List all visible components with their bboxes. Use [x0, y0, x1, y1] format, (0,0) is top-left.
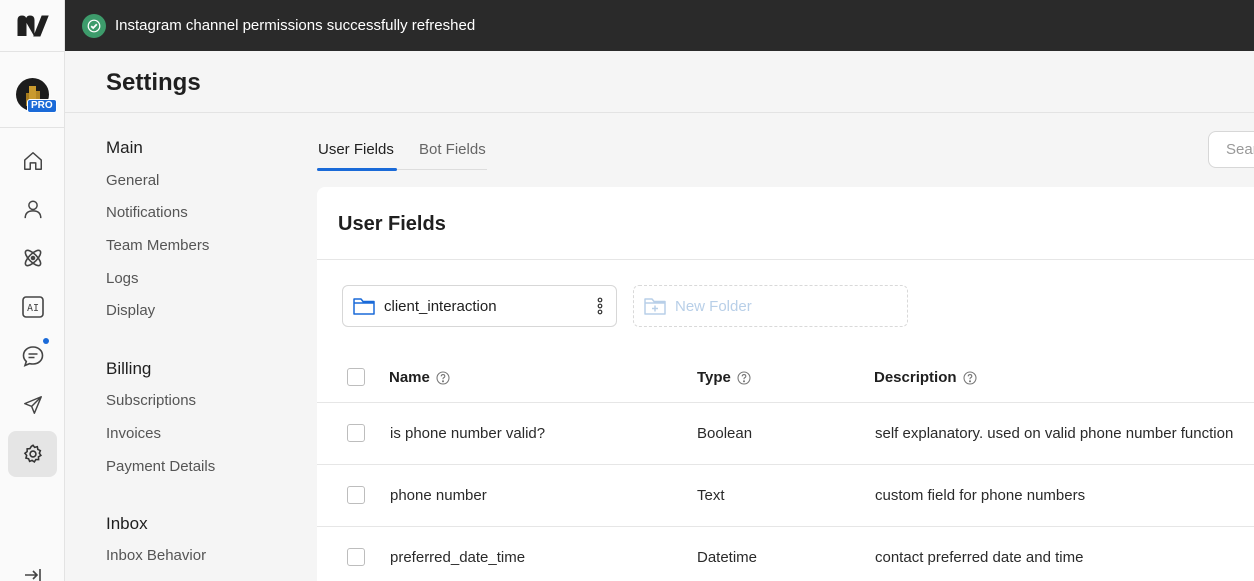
new-folder-button[interactable]: New Folder [633, 285, 908, 327]
folder-icon [353, 298, 375, 315]
field-name: phone number [390, 487, 487, 504]
row-checkbox[interactable] [347, 486, 365, 504]
rail-divider [0, 127, 65, 128]
collapse-icon [24, 569, 41, 581]
automation-icon [24, 249, 41, 267]
nav-item-logs[interactable]: Logs [106, 270, 139, 287]
nav-item-subscriptions[interactable]: Subscriptions [106, 392, 196, 409]
check-circle-icon [82, 13, 106, 38]
row-checkbox[interactable] [347, 548, 365, 566]
toast-message: Instagram channel permissions successful… [115, 17, 476, 34]
nav-item-inbox-behavior[interactable]: Inbox Behavior [106, 547, 206, 564]
nav-heading-main: Main [106, 138, 143, 157]
avatar[interactable]: PRO [16, 78, 57, 113]
user-icon [23, 200, 42, 219]
field-name: is phone number valid? [390, 425, 546, 442]
ai-icon: AI [21, 296, 44, 318]
home-icon [23, 152, 42, 170]
success-toast: Instagram channel permissions successful… [65, 0, 1254, 51]
column-type-label: Type [697, 369, 731, 386]
nav-item-team-members[interactable]: Team Members [106, 237, 209, 254]
logo-icon [17, 14, 49, 36]
rail-item-ai[interactable]: AI [8, 284, 57, 330]
row-divider [317, 526, 1254, 527]
page-header: Settings [65, 51, 1254, 113]
table-header-divider [317, 402, 1254, 403]
column-name-label: Name [389, 369, 430, 386]
broadcast-icon [23, 396, 42, 414]
column-description-label: Description [874, 369, 957, 386]
card-title: User Fields [338, 213, 446, 235]
select-all-checkbox[interactable] [347, 368, 365, 386]
tab-user-fields[interactable]: User Fields [318, 141, 394, 158]
card-divider [317, 259, 1254, 260]
help-icon[interactable] [436, 370, 450, 385]
active-tab-indicator [317, 168, 397, 171]
folder-name: client_interaction [384, 297, 497, 315]
nav-item-general[interactable]: General [106, 172, 159, 189]
field-type: Text [697, 487, 725, 504]
folder-item[interactable]: client_interaction [342, 285, 617, 327]
folder-add-icon [644, 298, 666, 315]
field-description: custom field for phone numbers [875, 487, 1086, 504]
nav-item-invoices[interactable]: Invoices [106, 425, 161, 442]
help-icon[interactable] [962, 370, 977, 385]
rail-collapse[interactable] [8, 560, 57, 581]
column-header-name[interactable]: Name [389, 369, 450, 386]
search-placeholder: Search [1226, 141, 1254, 158]
more-options-icon[interactable] [597, 297, 603, 315]
nav-item-notifications[interactable]: Notifications [106, 204, 188, 221]
rail-item-automation[interactable] [8, 235, 57, 281]
user-fields-card: User Fields client_interaction New Folde… [317, 187, 1254, 581]
app-logo[interactable] [0, 0, 65, 52]
svg-text:AI: AI [26, 303, 38, 314]
field-type: Datetime [697, 549, 758, 566]
gear-icon [23, 444, 42, 463]
column-header-description[interactable]: Description [874, 369, 977, 386]
rail-item-home[interactable] [8, 138, 57, 184]
column-header-type[interactable]: Type [697, 369, 751, 386]
rail-item-inbox[interactable] [8, 333, 57, 379]
search-input[interactable]: Search [1208, 131, 1254, 168]
help-icon[interactable] [737, 370, 751, 385]
field-description: contact preferred date and time [875, 549, 1084, 566]
field-type: Boolean [697, 425, 753, 442]
nav-item-payment-details[interactable]: Payment Details [106, 458, 215, 475]
rail-item-settings[interactable] [8, 431, 57, 477]
rail-item-contacts[interactable] [8, 186, 57, 232]
field-name: preferred_date_time [390, 549, 526, 566]
new-folder-label: New Folder [675, 297, 752, 315]
rail-item-broadcasting[interactable] [8, 382, 57, 428]
pro-badge: PRO [27, 99, 57, 113]
row-checkbox[interactable] [347, 424, 365, 442]
nav-item-display[interactable]: Display [106, 302, 155, 319]
nav-heading-billing: Billing [106, 359, 152, 378]
unread-dot [43, 338, 49, 344]
field-description: self explanatory. used on valid phone nu… [875, 425, 1234, 442]
tab-bot-fields[interactable]: Bot Fields [419, 141, 486, 158]
row-divider [317, 464, 1254, 465]
icon-rail: PRO AI [0, 0, 65, 581]
page-title: Settings [106, 69, 201, 96]
nav-heading-inbox: Inbox [106, 514, 148, 533]
chat-icon [22, 346, 43, 367]
